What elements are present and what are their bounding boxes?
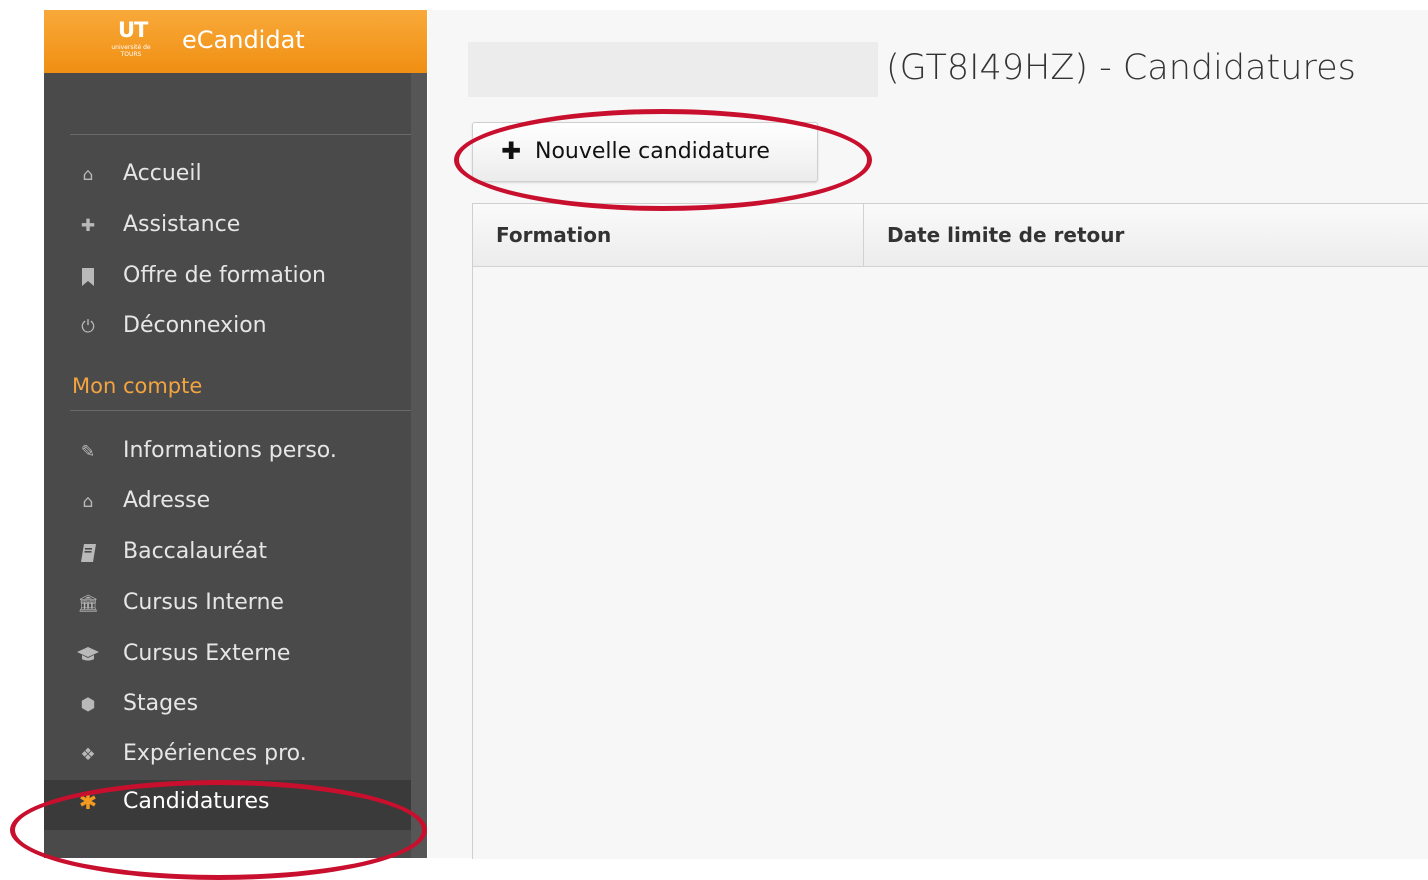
cubes-icon: ❖ [80,745,96,765]
logo-subtext: université de TOURS [111,44,151,58]
university-logo: UT université de TOURS [106,18,156,62]
nav-item-candidatures[interactable]: ✱ Candidatures [44,780,427,830]
nav-item-baccalaureat[interactable]: Baccalauréat [44,530,427,576]
bookmark-icon [76,265,100,289]
nav-item-label: Assistance [123,212,241,237]
nav-item-label: Cursus Interne [123,590,284,615]
nav-item-label: Déconnexion [123,313,267,338]
nav-item-stages[interactable]: ⬢ Stages [44,682,427,728]
new-candidature-button[interactable]: ✚ Nouvelle candidature [472,122,818,182]
nav-item-label: Offre de formation [123,263,326,288]
grid-header: Formation Date limite de retour [473,204,1428,267]
divider [70,410,427,411]
nav-item-offre-formation[interactable]: Offre de formation [44,254,427,300]
nav-item-assistance[interactable]: ✚ Assistance [44,203,427,249]
power-icon: ⏻ [81,317,95,337]
graduation-cap-icon [76,643,100,667]
new-candidature-label: Nouvelle candidature [535,139,770,164]
app-title: eCandidat [182,26,305,54]
nav-item-adresse[interactable]: ⌂ Adresse [44,479,427,525]
pencil-icon: ✎ [80,442,96,462]
asterisk-icon: ✱ [78,790,98,815]
main-content: (GT8I49HZ) - Candidatures ✚ Nouvelle can… [428,10,1428,859]
nav-item-label: Candidatures [123,789,270,814]
nav-item-label: Accueil [123,161,202,186]
ambulance-icon: ✚ [80,216,96,236]
brand-header[interactable]: UT université de TOURS eCandidat [44,10,427,73]
nav-item-cursus-externe[interactable]: Cursus Externe [44,632,427,678]
nav-item-label: Adresse [123,488,211,513]
nav-item-label: Cursus Externe [123,641,291,666]
book-icon [76,541,100,565]
page-title: (GT8I49HZ) - Candidatures [886,48,1356,88]
home-icon: ⌂ [82,165,94,185]
nav-item-deconnexion[interactable]: ⏻ Déconnexion [44,304,427,350]
column-header-label: Date limite de retour [887,223,1125,247]
home-icon: ⌂ [82,492,94,512]
redacted-name-block [468,42,878,97]
nav-item-label: Stages [123,691,199,716]
sidebar: UT université de TOURS eCandidat ⌂ Accue… [44,10,427,858]
sidebar-scrollbar[interactable] [411,73,427,858]
nav-item-accueil[interactable]: ⌂ Accueil [44,152,427,198]
section-title-mon-compte: Mon compte [72,374,203,398]
divider [70,134,427,135]
nav-item-label: Expériences pro. [123,741,307,766]
institution-icon: 🏛 [77,594,99,614]
column-header-date-limite[interactable]: Date limite de retour [864,204,1428,266]
logo-text: UT [118,18,148,42]
nav-item-experiences-pro[interactable]: ❖ Expériences pro. [44,732,427,778]
cube-icon: ⬢ [80,695,96,715]
column-header-formation[interactable]: Formation [473,204,864,266]
nav-item-label: Informations perso. [123,438,337,463]
candidatures-grid[interactable]: Formation Date limite de retour [472,203,1428,859]
nav-item-label: Baccalauréat [123,539,267,564]
nav-item-cursus-interne[interactable]: 🏛 Cursus Interne [44,581,427,627]
nav-item-informations-perso[interactable]: ✎ Informations perso. [44,429,427,475]
plus-icon: ✚ [501,137,522,165]
column-header-label: Formation [496,223,612,247]
